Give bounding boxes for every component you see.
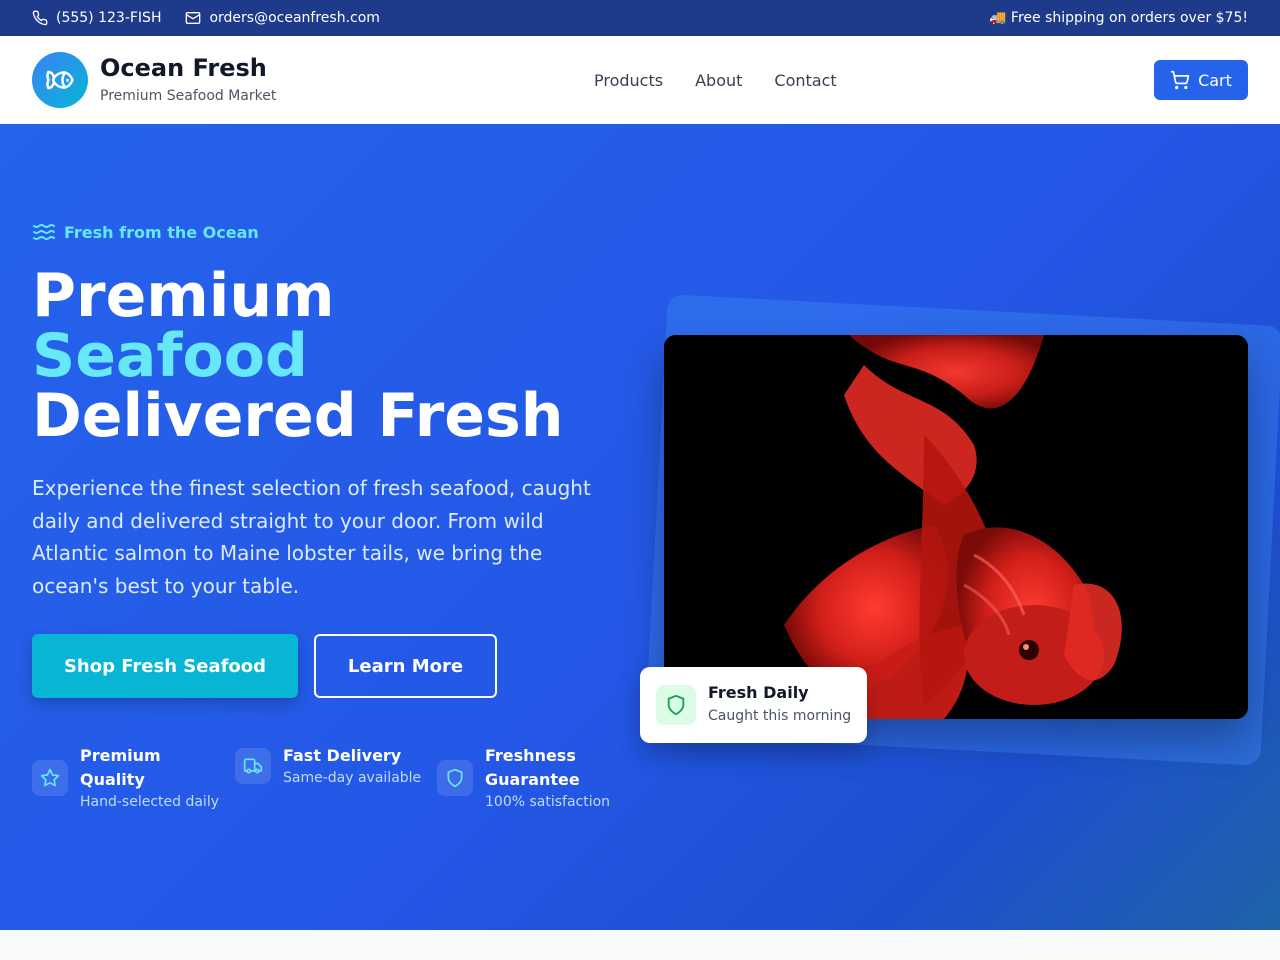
feature-fast-delivery: Fast Delivery Same-day available — [235, 744, 425, 788]
shipping-notice: 🚚 Free shipping on orders over $75! — [989, 10, 1248, 26]
logo[interactable] — [32, 52, 88, 108]
feature-title: Premium Quality — [80, 746, 161, 789]
feature-title: Fast Delivery — [283, 746, 402, 765]
hero-title-line-1: Premium — [32, 261, 335, 331]
fresh-daily-badge: Fresh Daily Caught this morning — [640, 667, 867, 743]
badge-title: Fresh Daily — [708, 683, 809, 702]
feature-subtitle: Hand-selected daily — [80, 794, 219, 810]
shield-check-icon — [667, 694, 685, 716]
feature-freshness-guarantee: Freshness Guarantee 100% satisfaction — [437, 744, 627, 812]
badge-subtitle: Caught this morning — [708, 708, 852, 724]
betta-fish-image — [664, 335, 1248, 719]
shop-fresh-seafood-button[interactable]: Shop Fresh Seafood — [32, 634, 298, 698]
email-contact[interactable]: orders@oceanfresh.com — [185, 10, 380, 26]
phone-number: (555) 123-FISH — [56, 10, 162, 26]
email-address: orders@oceanfresh.com — [209, 10, 380, 26]
star-icon — [40, 768, 60, 787]
hero-title-line-2: Seafood — [32, 321, 308, 391]
hero-image — [664, 335, 1248, 719]
feature-icon-wrap — [437, 760, 473, 796]
brand-tagline: Premium Seafood Market — [100, 88, 277, 104]
cart-label: Cart — [1198, 70, 1232, 90]
main-nav: Products About Contact — [594, 36, 869, 124]
waves-icon — [33, 224, 55, 240]
badge-icon-wrap — [656, 685, 696, 725]
nav-about[interactable]: About — [695, 71, 742, 90]
contact-info: (555) 123-FISH orders@oceanfresh.com — [32, 0, 404, 36]
feature-subtitle: 100% satisfaction — [485, 794, 611, 810]
hero-title-line-3: Delivered Fresh — [32, 381, 564, 451]
feature-title: Freshness Guarantee — [485, 746, 580, 789]
feature-premium-quality: Premium Quality Hand-selected daily — [32, 744, 222, 812]
cart-icon — [1170, 70, 1190, 90]
cart-button[interactable]: Cart — [1154, 60, 1248, 100]
shield-icon — [447, 768, 463, 788]
fish-icon — [46, 70, 74, 90]
hero-tag-label: Fresh from the Ocean — [64, 222, 259, 242]
phone-contact[interactable]: (555) 123-FISH — [32, 10, 161, 26]
feature-icon-wrap — [235, 748, 271, 784]
truck-icon — [243, 758, 263, 774]
learn-more-button[interactable]: Learn More — [314, 634, 497, 698]
brand-name[interactable]: Ocean Fresh — [100, 54, 267, 82]
feature-subtitle: Same-day available — [283, 770, 422, 786]
top-announcement-bar: (555) 123-FISH orders@oceanfresh.com 🚚 F… — [0, 0, 1280, 36]
nav-products[interactable]: Products — [594, 71, 663, 90]
phone-icon — [32, 10, 48, 26]
hero-description: Experience the finest selection of fresh… — [32, 476, 591, 598]
hero-section: Fresh from the Ocean Premium Seafood Del… — [0, 124, 1280, 930]
feature-icon-wrap — [32, 760, 68, 796]
site-header: Ocean Fresh Premium Seafood Market Produ… — [0, 36, 1280, 124]
next-section-edge — [0, 930, 1280, 960]
nav-contact[interactable]: Contact — [774, 71, 836, 90]
hero-tag: Fresh from the Ocean — [32, 220, 259, 244]
mail-icon — [186, 12, 201, 24]
hero-title: Premium Seafood Delivered Fresh — [32, 266, 563, 446]
